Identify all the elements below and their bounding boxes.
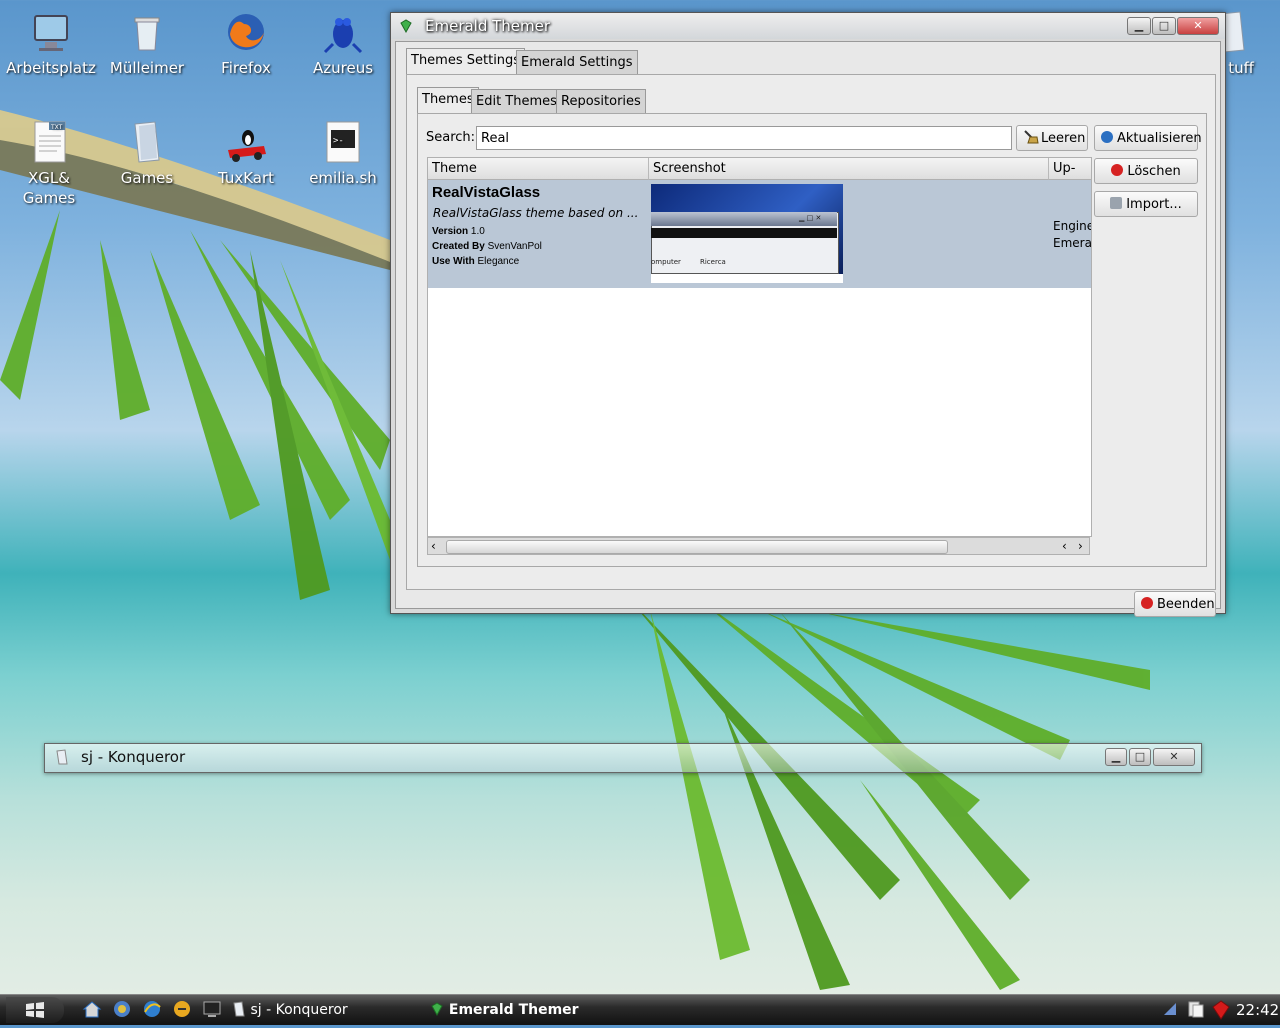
- windows-logo-icon: [24, 1002, 46, 1024]
- desktop-icon-azureus[interactable]: Azureus: [293, 10, 393, 78]
- column-header-screenshot[interactable]: Screenshot: [649, 158, 1049, 180]
- folder-icon: [125, 120, 169, 164]
- desktop-icon-games[interactable]: Games: [97, 120, 197, 188]
- window-title: Emerald Themer: [425, 17, 551, 35]
- scrollbar-thumb[interactable]: [446, 540, 948, 554]
- svg-text:TXT: TXT: [50, 124, 63, 131]
- theme-name: RealVistaGlass: [432, 184, 541, 201]
- clear-search-button[interactable]: Leeren: [1016, 125, 1088, 151]
- desktop-icon-emilia-sh[interactable]: >- emilia.sh: [293, 120, 393, 188]
- minimize-button[interactable]: ▁: [1127, 17, 1151, 35]
- terminal-script-icon: >-: [321, 120, 365, 164]
- power-icon: [1141, 597, 1153, 609]
- search-input[interactable]: [476, 126, 1012, 150]
- preview-window-buttons: ▁ □ ✕: [799, 214, 822, 222]
- konqueror-launcher-icon[interactable]: [112, 999, 132, 1021]
- scroll-right-arrow-icon[interactable]: ›: [1078, 538, 1083, 554]
- network-signal-icon[interactable]: [1162, 999, 1178, 1021]
- maximize-icon: □: [1134, 750, 1146, 763]
- terminal-launcher-icon[interactable]: [202, 999, 222, 1021]
- quit-button[interactable]: Beenden: [1134, 591, 1216, 617]
- broom-icon: [1023, 128, 1039, 154]
- text-file-icon: TXT: [27, 120, 71, 164]
- theme-uptodate: Engine Emera: [1053, 219, 1092, 250]
- close-button[interactable]: ✕: [1153, 748, 1195, 766]
- task-emerald-themer[interactable]: Emerald Themer: [430, 999, 630, 1021]
- desktop-icon-arbeitsplatz[interactable]: Arbeitsplatz: [1, 10, 101, 78]
- maximize-icon: □: [1158, 19, 1170, 32]
- theme-author: SvenVanPol: [487, 241, 542, 252]
- close-button[interactable]: ✕: [1177, 17, 1219, 35]
- tab-edit-themes[interactable]: Edit Themes: [471, 89, 562, 114]
- emerald-gem-icon: [399, 18, 413, 37]
- themes-settings-panel: Themes Edit Themes Repositories Search: …: [406, 74, 1216, 590]
- import-icon: [1110, 197, 1123, 209]
- firefox-icon: [224, 10, 268, 54]
- tab-repositories[interactable]: Repositories: [556, 89, 646, 114]
- minimize-button[interactable]: ▁: [1105, 748, 1127, 766]
- browser-launcher-icon[interactable]: [142, 999, 162, 1021]
- theme-meta: Version 1.0 Created By SvenVanPol Use Wi…: [432, 226, 542, 267]
- window-client-area: Themes Settings Emerald Settings Themes …: [395, 41, 1221, 617]
- delete-button[interactable]: Löschen: [1094, 158, 1198, 184]
- maximize-button[interactable]: □: [1129, 748, 1151, 766]
- desktop-icon-tuxkart[interactable]: TuxKart: [196, 120, 296, 188]
- horizontal-scrollbar[interactable]: ‹ ‹ ›: [427, 537, 1090, 555]
- delete-icon: [1111, 164, 1124, 176]
- konqueror-window[interactable]: sj - Konqueror ▁ □ ✕: [44, 743, 1202, 773]
- column-header-up-to-date[interactable]: Up-to-: [1049, 158, 1091, 198]
- settings-launcher-icon[interactable]: [172, 999, 192, 1021]
- themes-list[interactable]: Theme Screenshot Up-to- RealVistaGlass R…: [427, 157, 1092, 537]
- ruby-gem-icon[interactable]: [1210, 999, 1232, 1021]
- emerald-gem-icon: [430, 1002, 444, 1018]
- column-header-theme[interactable]: Theme: [428, 158, 649, 180]
- clipboard-icon[interactable]: [1186, 999, 1206, 1021]
- scroll-left-arrow-icon[interactable]: ‹: [1062, 538, 1067, 554]
- tab-themes-settings[interactable]: Themes Settings: [406, 48, 526, 75]
- desktop-icon-firefox[interactable]: Firefox: [196, 10, 296, 78]
- task-konqueror[interactable]: sj - Konqueror: [232, 999, 422, 1021]
- theme-description: RealVistaGlass theme based on ...: [433, 206, 639, 220]
- tuxkart-icon: [224, 120, 268, 164]
- window-title: sj - Konqueror: [81, 748, 186, 766]
- konqueror-folder-icon: [55, 749, 69, 769]
- theme-engine: Elegance: [477, 256, 520, 267]
- themes-panel: Search: Leeren Theme Screenshot Up-to- R…: [417, 113, 1207, 567]
- search-label: Search:: [426, 130, 476, 145]
- theme-version: 1.0: [470, 226, 485, 237]
- desktop-icon-xgl-games[interactable]: TXT XGL& Games: [0, 120, 99, 208]
- close-icon: ✕: [1193, 19, 1203, 32]
- close-icon: ✕: [1169, 750, 1179, 763]
- clock[interactable]: 22:42: [1236, 999, 1279, 1021]
- theme-screenshot: ▁ □ ✕ omputer Ricerca: [651, 184, 843, 283]
- maximize-button[interactable]: □: [1152, 17, 1176, 35]
- minimize-icon: ▁: [1134, 19, 1144, 32]
- taskbar: sj - Konqueror Emerald Themer 22:42: [0, 994, 1280, 1025]
- minimize-icon: ▁: [1111, 750, 1121, 763]
- desktop-icon-trash[interactable]: Mülleimer: [97, 10, 197, 78]
- window-titlebar[interactable]: Emerald Themer ▁ □ ✕: [391, 13, 1225, 39]
- azureus-frog-icon: [321, 10, 365, 54]
- svg-text:>-: >-: [333, 136, 344, 146]
- start-button[interactable]: [6, 997, 64, 1023]
- refresh-button[interactable]: Aktualisieren: [1094, 125, 1202, 151]
- refresh-icon: [1101, 131, 1113, 143]
- emerald-themer-window: Emerald Themer ▁ □ ✕ Themes Settings Eme…: [390, 12, 1226, 617]
- tab-themes[interactable]: Themes: [417, 87, 479, 114]
- trash-icon: [125, 10, 169, 54]
- folder-icon: [232, 1001, 246, 1018]
- table-row[interactable]: RealVistaGlass RealVistaGlass theme base…: [428, 180, 1091, 288]
- computer-icon: [29, 10, 73, 54]
- home-icon[interactable]: [82, 999, 102, 1021]
- tab-emerald-settings[interactable]: Emerald Settings: [516, 50, 638, 75]
- scroll-left-arrow-icon[interactable]: ‹: [431, 538, 436, 554]
- import-button[interactable]: Import...: [1094, 191, 1198, 217]
